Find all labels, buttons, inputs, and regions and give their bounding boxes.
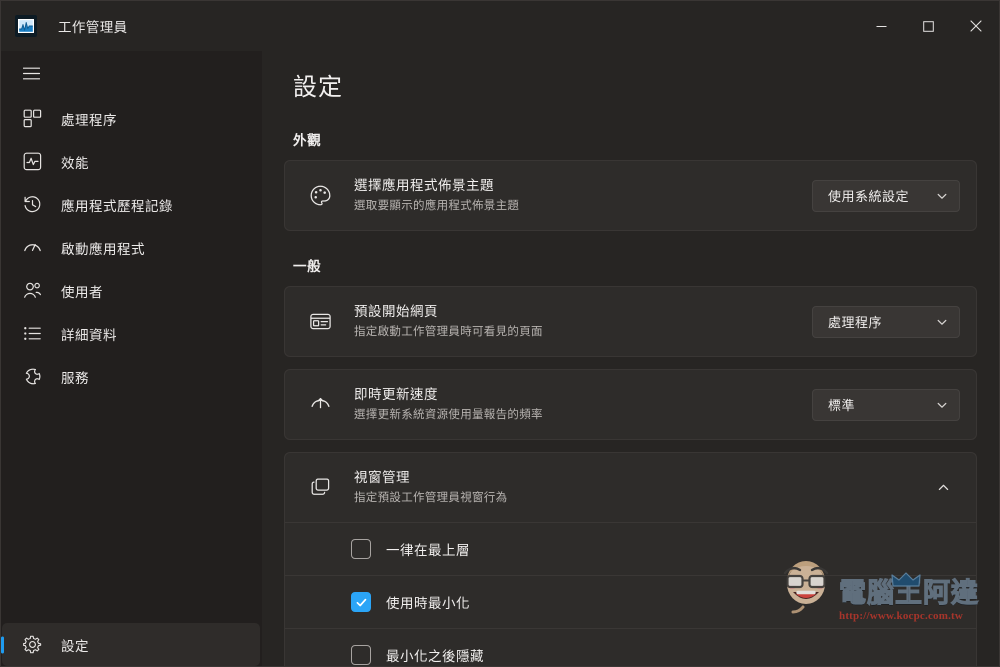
sidebar-item-label: 處理程序	[61, 112, 117, 128]
sidebar-item-label: 效能	[61, 155, 89, 171]
sidebar-item-label: 應用程式歷程記錄	[61, 198, 173, 214]
window-option-row-hide-when-minimized[interactable]: 最小化之後隱藏	[285, 629, 976, 666]
users-icon	[16, 281, 49, 300]
theme-dropdown-value: 使用系統設定	[828, 189, 910, 204]
start-page-setting-card: 預設開始網頁 指定啟動工作管理員時可看見的頁面 處理程序	[284, 286, 977, 357]
window-option-label: 使用時最小化	[386, 596, 470, 611]
hamburger-row	[1, 53, 262, 94]
close-icon[interactable]	[952, 1, 999, 51]
update-speed-setting-row: 即時更新速度 選擇更新系統資源使用量報告的頻率 標準	[285, 370, 976, 439]
sidebar-item-services[interactable]: 服務	[2, 355, 260, 398]
update-speed-setting-title: 即時更新速度	[354, 387, 438, 403]
sidebar-item-label: 設定	[61, 638, 89, 654]
window-management-icon	[303, 476, 337, 499]
update-speed-setting-texts: 即時更新速度 選擇更新系統資源使用量報告的頻率	[354, 385, 800, 423]
startup-apps-icon	[16, 238, 49, 257]
window-option-label: 一律在最上層	[386, 543, 470, 558]
theme-setting-card: 選擇應用程式佈景主題 選取要顯示的應用程式佈景主題 使用系統設定	[284, 160, 977, 231]
maximize-icon[interactable]	[905, 1, 952, 51]
update-speed-setting-subtitle: 選擇更新系統資源使用量報告的頻率	[354, 408, 543, 421]
performance-icon	[16, 152, 49, 171]
checkbox-minimize-on-use[interactable]	[351, 592, 371, 612]
processes-icon	[16, 109, 49, 128]
window-management-setting-title: 視窗管理	[354, 470, 410, 486]
start-page-dropdown-value: 處理程序	[828, 315, 883, 330]
app-history-icon	[16, 195, 49, 214]
task-manager-window: 工作管理員 處理程序 效能 應用程式歷程記錄 啟動應用程式 使用者 詳細資料 服…	[0, 0, 1000, 667]
section-heading-general: 一般	[293, 259, 322, 274]
start-page-setting-title: 預設開始網頁	[354, 304, 438, 320]
sidebar-bottom: 設定	[1, 623, 262, 666]
sidebar-nav: 處理程序 效能 應用程式歷程記錄 啟動應用程式 使用者 詳細資料 服務	[1, 53, 262, 398]
window-management-setting-card: 視窗管理 指定預設工作管理員視窗行為 一律在最上層 使用時最小化 最小化之後隱藏	[284, 452, 977, 666]
window-option-row-always-on-top[interactable]: 一律在最上層	[285, 523, 976, 575]
update-speed-icon	[303, 393, 337, 416]
sidebar-item-startup-apps[interactable]: 啟動應用程式	[2, 226, 260, 269]
sidebar: 處理程序 效能 應用程式歷程記錄 啟動應用程式 使用者 詳細資料 服務 設定	[1, 51, 262, 666]
start-page-icon	[303, 310, 337, 333]
sidebar-item-processes[interactable]: 處理程序	[2, 97, 260, 140]
theme-setting-subtitle: 選取要顯示的應用程式佈景主題	[354, 199, 520, 212]
chevron-up-icon[interactable]	[926, 471, 960, 505]
theme-dropdown[interactable]: 使用系統設定	[812, 179, 960, 212]
chevron-down-icon	[936, 399, 948, 411]
theme-setting-texts: 選擇應用程式佈景主題 選取要顯示的應用程式佈景主題	[354, 176, 800, 214]
window-title: 工作管理員	[58, 20, 128, 35]
update-speed-dropdown[interactable]: 標準	[812, 388, 960, 421]
minimize-icon[interactable]	[858, 1, 905, 51]
chevron-down-icon	[936, 190, 948, 202]
sidebar-item-details[interactable]: 詳細資料	[2, 312, 260, 355]
page-title: 設定	[293, 74, 343, 101]
sidebar-item-users[interactable]: 使用者	[2, 269, 260, 312]
checkbox-always-on-top[interactable]	[351, 539, 371, 559]
sidebar-item-label: 啟動應用程式	[61, 241, 145, 257]
start-page-setting-row: 預設開始網頁 指定啟動工作管理員時可看見的頁面 處理程序	[285, 287, 976, 356]
theme-setting-row: 選擇應用程式佈景主題 選取要顯示的應用程式佈景主題 使用系統設定	[285, 161, 976, 230]
window-option-label: 最小化之後隱藏	[386, 649, 484, 664]
start-page-dropdown[interactable]: 處理程序	[812, 305, 960, 338]
window-management-setting-subtitle: 指定預設工作管理員視窗行為	[354, 491, 508, 504]
services-icon	[16, 367, 49, 386]
chevron-down-icon	[936, 316, 948, 328]
window-controls	[858, 1, 999, 51]
window-body: 處理程序 效能 應用程式歷程記錄 啟動應用程式 使用者 詳細資料 服務 設定 設…	[1, 51, 999, 666]
gear-icon	[16, 635, 49, 654]
sidebar-item-performance[interactable]: 效能	[2, 140, 260, 183]
hamburger-menu-icon[interactable]	[15, 57, 48, 90]
section-heading-appearance: 外觀	[293, 133, 322, 148]
sidebar-item-label: 使用者	[61, 284, 103, 300]
window-management-setting-texts: 視窗管理 指定預設工作管理員視窗行為	[354, 468, 926, 506]
sidebar-item-label: 服務	[61, 370, 89, 386]
update-speed-setting-card: 即時更新速度 選擇更新系統資源使用量報告的頻率 標準	[284, 369, 977, 440]
task-manager-icon	[15, 15, 37, 37]
title-bar: 工作管理員	[1, 1, 999, 51]
update-speed-dropdown-value: 標準	[828, 398, 856, 413]
start-page-setting-texts: 預設開始網頁 指定啟動工作管理員時可看見的頁面	[354, 302, 800, 340]
sidebar-item-label: 詳細資料	[61, 327, 117, 343]
palette-icon	[303, 184, 337, 207]
window-management-header-row[interactable]: 視窗管理 指定預設工作管理員視窗行為	[285, 453, 976, 522]
sidebar-item-settings[interactable]: 設定	[2, 623, 260, 666]
theme-setting-title: 選擇應用程式佈景主題	[354, 178, 494, 194]
checkbox-hide-when-minimized[interactable]	[351, 645, 371, 665]
start-page-setting-subtitle: 指定啟動工作管理員時可看見的頁面	[354, 325, 543, 338]
window-option-row-minimize-on-use[interactable]: 使用時最小化	[285, 576, 976, 628]
sidebar-item-app-history[interactable]: 應用程式歷程記錄	[2, 183, 260, 226]
details-icon	[16, 324, 49, 343]
settings-content: 設定 外觀 選擇應用程式佈景主題 選取要顯示的應用程式佈景主題 使用系統設定 一…	[262, 51, 999, 666]
